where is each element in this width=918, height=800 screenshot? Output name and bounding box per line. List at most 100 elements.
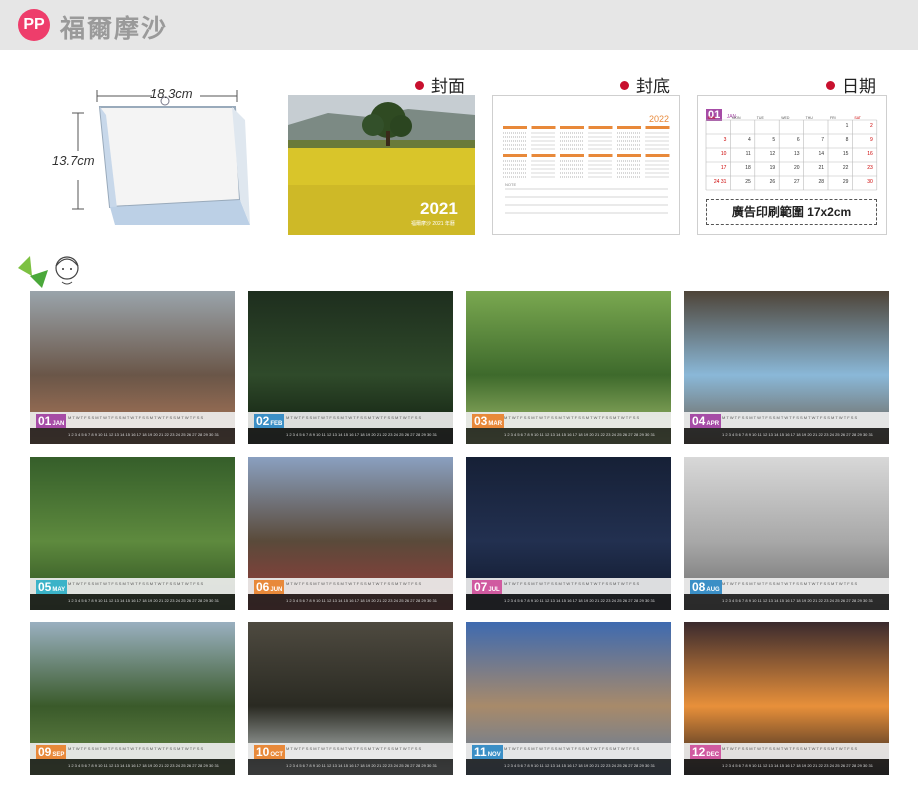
- weekday-label: SAT: [854, 116, 861, 120]
- date-cell: 13: [794, 151, 800, 157]
- back-label: 封底: [620, 72, 670, 97]
- date-page-preview: 01 JAN SUN MON TUE WED THU FRI SAT 1 2 3 4 5 6 7 8 9 10 1…: [697, 95, 887, 235]
- day-row: 1 2 3 4 5 6 7 8 9 10 11 12 13 14 15 16 1…: [68, 763, 219, 768]
- month-number: 09SEP: [36, 745, 67, 759]
- month-number: 05MAY: [36, 580, 68, 594]
- month-number: 01JAN: [36, 414, 67, 428]
- weekday-bar: 03MAR M T W T F S S M T W T F S S M T W T…: [466, 412, 671, 428]
- month-name: OCT: [270, 752, 284, 758]
- month-calendar-strip: 06JUN M T W T F S S M T W T F S S M T W T…: [248, 578, 453, 610]
- mini-calendar-header: [560, 154, 584, 157]
- pp-logo: PP: [18, 9, 50, 41]
- date-cell: 21: [818, 165, 824, 171]
- date-cell: 17: [721, 165, 727, 171]
- month-name: FEB: [270, 421, 283, 427]
- weekday-row: M T W T F S S M T W T F S S M T W T F S …: [286, 581, 422, 586]
- month-number: 07JUL: [472, 580, 502, 594]
- weekday-bar: 09SEP M T W T F S S M T W T F S S M T W T…: [30, 743, 235, 759]
- month-page-aug: 08AUG M T W T F S S M T W T F S S M T W T…: [684, 457, 889, 610]
- date-cell: 3: [724, 137, 727, 143]
- weekday-label: MON: [732, 116, 741, 120]
- weekday-bar: 01JAN M T W T F S S M T W T F S S M T W T…: [30, 412, 235, 428]
- month-page-jul: 07JUL M T W T F S S M T W T F S S M T W T…: [466, 457, 671, 610]
- weekday-row: M T W T F S S M T W T F S S M T W T F S …: [722, 415, 858, 420]
- month-calendar-strip: 07JUL M T W T F S S M T W T F S S M T W T…: [466, 578, 671, 610]
- date-grid: SUN MON TUE WED THU FRI SAT1 23 4 5 6 7 8 910 11 12 13 14…: [705, 116, 878, 191]
- month-calendar-strip: 10OCT M T W T F S S M T W T F S S M T W T…: [248, 743, 453, 775]
- date-cell: 9: [870, 137, 873, 143]
- date-cell: 25: [745, 179, 751, 185]
- date-cell: 1: [846, 123, 849, 129]
- date-cell: 27: [794, 179, 800, 185]
- day-row: 1 2 3 4 5 6 7 8 9 10 11 12 13 14 15 16 1…: [722, 598, 873, 603]
- month-calendar-strip: 09SEP M T W T F S S M T W T F S S M T W T…: [30, 743, 235, 775]
- height-label: 13.7cm: [52, 153, 95, 168]
- cover-year: 2021: [420, 199, 458, 218]
- date-cell: 2: [870, 123, 873, 129]
- date-cell: 26: [770, 179, 776, 185]
- weekday-row: M T W T F S S M T W T F S S M T W T F S …: [722, 581, 858, 586]
- date-cell: 23: [867, 165, 873, 171]
- cover-label: 封面: [415, 72, 465, 97]
- girl-mascot-icon: [18, 256, 79, 288]
- month-page-may: 05MAY M T W T F S S M T W T F S S M T W T…: [30, 457, 235, 610]
- weekday-label: SUN: [708, 116, 716, 120]
- weekday-row: M T W T F S S M T W T F S S M T W T F S …: [286, 746, 422, 751]
- month-page-feb: 02FEB M T W T F S S M T W T F S S M T W T…: [248, 291, 453, 444]
- month-name: AUG: [706, 587, 720, 593]
- day-row: 1 2 3 4 5 6 7 8 9 10 11 12 13 14 15 16 1…: [722, 432, 873, 437]
- weekday-row: M T W T F S S M T W T F S S M T W T F S …: [504, 581, 640, 586]
- month-number: 04APR: [690, 414, 722, 428]
- cover-subtitle: 福爾摩沙 2021 年曆: [411, 221, 455, 227]
- month-calendar-strip: 12DEC M T W T F S S M T W T F S S M T W T…: [684, 743, 889, 775]
- mini-calendar-header: [645, 154, 670, 157]
- date-cell: 19: [770, 165, 776, 171]
- month-page-oct: 10OCT M T W T F S S M T W T F S S M T W T…: [248, 622, 453, 775]
- weekday-row: M T W T F S S M T W T F S S M T W T F S …: [722, 746, 858, 751]
- month-calendar-strip: 01JAN M T W T F S S M T W T F S S M T W T…: [30, 412, 235, 444]
- weekday-label: WED: [781, 116, 790, 120]
- weekday-label: TUE: [757, 116, 765, 120]
- weekday-label: FRI: [830, 116, 836, 120]
- month-page-jan: 01JAN M T W T F S S M T W T F S S M T W T…: [30, 291, 235, 444]
- month-name: APR: [706, 421, 720, 427]
- month-name: SEP: [52, 752, 65, 758]
- date-cell: 11: [746, 151, 751, 157]
- cover-image: 2021 福爾摩沙 2021 年曆: [288, 95, 475, 235]
- date-cell: 14: [818, 151, 824, 157]
- day-row: 1 2 3 4 5 6 7 8 9 10 11 12 13 14 15 16 1…: [504, 598, 655, 603]
- month-name: MAR: [488, 421, 503, 427]
- weekday-row: M T W T F S S M T W T F S S M T W T F S …: [504, 746, 640, 751]
- month-number: 03MAR: [472, 414, 505, 428]
- month-number: 02FEB: [254, 414, 285, 428]
- mini-calendar-header: [617, 126, 641, 129]
- weekday-bar: 12DEC M T W T F S S M T W T F S S M T W T…: [684, 743, 889, 759]
- month-number: 08AUG: [690, 580, 722, 594]
- mini-calendar-header: [531, 126, 556, 129]
- date-cell: 18: [745, 165, 751, 171]
- date-cell: 20: [794, 165, 800, 171]
- weekday-bar: 08AUG M T W T F S S M T W T F S S M T W T…: [684, 578, 889, 594]
- date-cell: 8: [846, 137, 849, 143]
- month-page-apr: 04APR M T W T F S S M T W T F S S M T W T…: [684, 291, 889, 444]
- weekday-label: THU: [806, 116, 814, 120]
- mini-calendar-header: [531, 154, 556, 157]
- month-page-mar: 03MAR M T W T F S S M T W T F S S M T W T…: [466, 291, 671, 444]
- month-calendar-strip: 03MAR M T W T F S S M T W T F S S M T W T…: [466, 412, 671, 444]
- mini-calendar-header: [503, 126, 527, 129]
- month-page-dec: 12DEC M T W T F S S M T W T F S S M T W T…: [684, 622, 889, 775]
- mini-calendar-header: [503, 154, 527, 157]
- weekday-bar: 04APR M T W T F S S M T W T F S S M T W T…: [684, 412, 889, 428]
- weekday-row: M T W T F S S M T W T F S S M T W T F S …: [286, 415, 422, 420]
- date-label: 日期: [826, 72, 876, 97]
- day-row: 1 2 3 4 5 6 7 8 9 10 11 12 13 14 15 16 1…: [504, 763, 655, 768]
- month-name: MAY: [52, 587, 66, 593]
- day-row: 1 2 3 4 5 6 7 8 9 10 11 12 13 14 15 16 1…: [68, 598, 219, 603]
- day-row: 1 2 3 4 5 6 7 8 9 10 11 12 13 14 15 16 1…: [68, 432, 219, 437]
- mini-calendar-header: [617, 154, 641, 157]
- weekday-bar: 05MAY M T W T F S S M T W T F S S M T W T…: [30, 578, 235, 594]
- day-row: 1 2 3 4 5 6 7 8 9 10 11 12 13 14 15 16 1…: [504, 432, 655, 437]
- month-number: 12DEC: [690, 745, 722, 759]
- mini-calendar-header: [645, 126, 670, 129]
- date-cell: 29: [843, 179, 849, 185]
